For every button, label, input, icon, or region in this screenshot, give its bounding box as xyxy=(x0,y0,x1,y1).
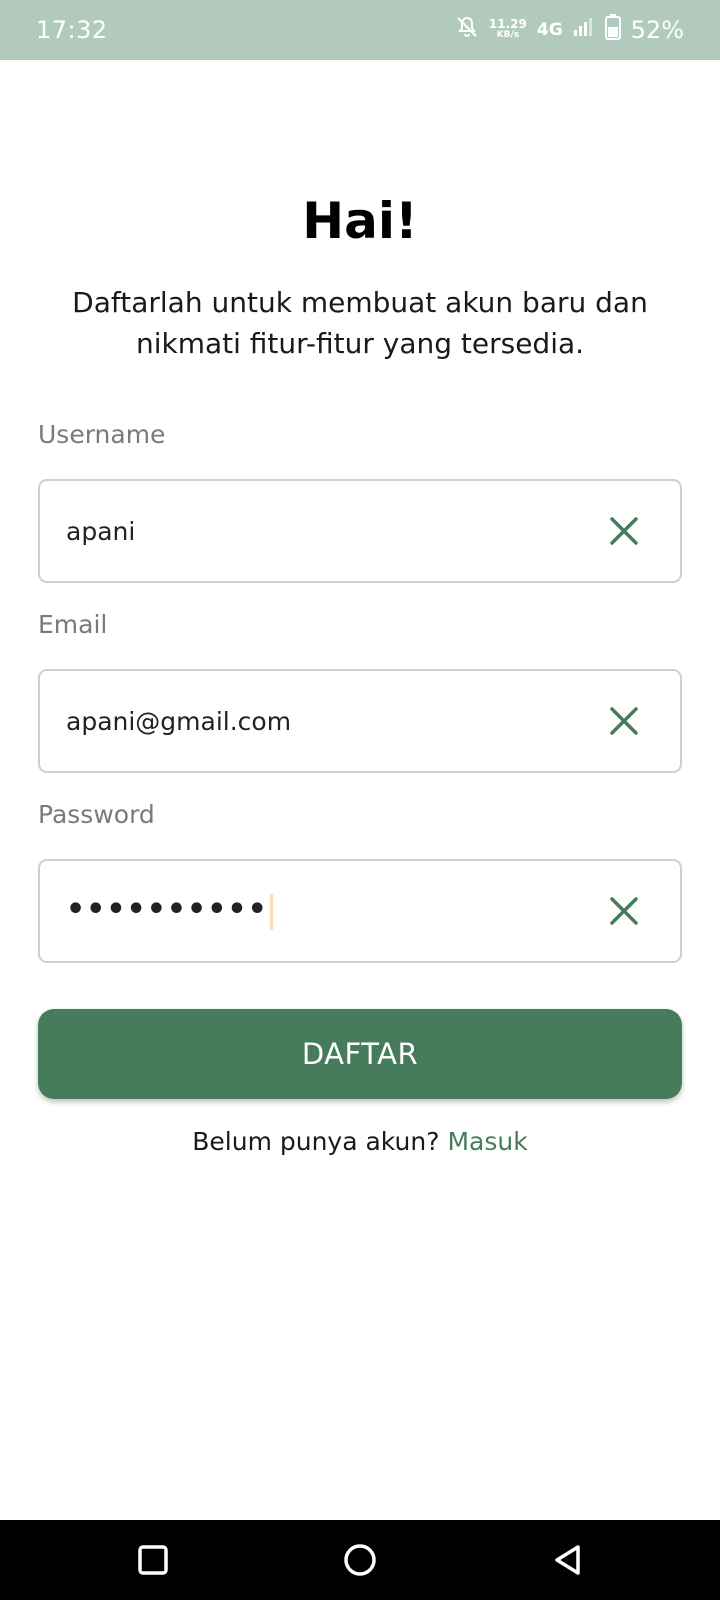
password-field[interactable]: •••••••••• xyxy=(38,859,682,963)
username-field[interactable]: apani xyxy=(38,479,682,583)
login-prompt-text: Belum punya akun? xyxy=(192,1127,440,1156)
status-indicators: 11.29 KB/s 4G 52% xyxy=(455,14,684,46)
close-icon xyxy=(610,707,638,735)
battery-percent: 52% xyxy=(630,16,684,44)
password-label: Password xyxy=(38,800,155,829)
email-field[interactable]: apani@gmail.com xyxy=(38,669,682,773)
register-button[interactable]: DAFTAR xyxy=(38,1009,682,1099)
password-clear-button[interactable] xyxy=(594,881,654,941)
username-label: Username xyxy=(38,420,166,449)
username-clear-button[interactable] xyxy=(594,501,654,561)
network-speed: 11.29 KB/s xyxy=(488,17,527,41)
signal-icon xyxy=(573,16,595,44)
login-prompt: Belum punya akun? Masuk xyxy=(0,1127,720,1156)
register-screen: 17:32 11.29 KB/s 4G 52% Hai! Daftarlah u… xyxy=(0,0,720,1600)
username-input[interactable]: apani xyxy=(40,517,594,546)
network-speed-unit: KB/s xyxy=(496,30,520,40)
email-input[interactable]: apani@gmail.com xyxy=(40,707,594,736)
email-clear-button[interactable] xyxy=(594,691,654,751)
password-input[interactable]: •••••••••• xyxy=(40,892,594,930)
status-bar: 17:32 11.29 KB/s 4G 52% xyxy=(0,0,720,60)
recents-square-icon[interactable] xyxy=(133,1540,173,1580)
text-cursor xyxy=(269,894,273,930)
bell-off-icon xyxy=(455,15,479,45)
back-triangle-icon[interactable] xyxy=(548,1540,588,1580)
page-subtitle: Daftarlah untuk membuat akun baru dan ni… xyxy=(72,286,648,360)
close-icon xyxy=(610,897,638,925)
login-link[interactable]: Masuk xyxy=(447,1127,527,1156)
network-type: 4G xyxy=(536,20,563,40)
status-time: 17:32 xyxy=(36,16,108,44)
home-circle-icon[interactable] xyxy=(340,1540,380,1580)
page-title: Hai! xyxy=(302,192,418,250)
password-masked-value: •••••••••• xyxy=(66,892,268,927)
network-speed-value: 11.29 xyxy=(488,17,527,31)
email-label: Email xyxy=(38,610,108,639)
system-nav-bar xyxy=(0,1520,720,1600)
battery-icon xyxy=(604,14,621,46)
close-icon xyxy=(610,517,638,545)
